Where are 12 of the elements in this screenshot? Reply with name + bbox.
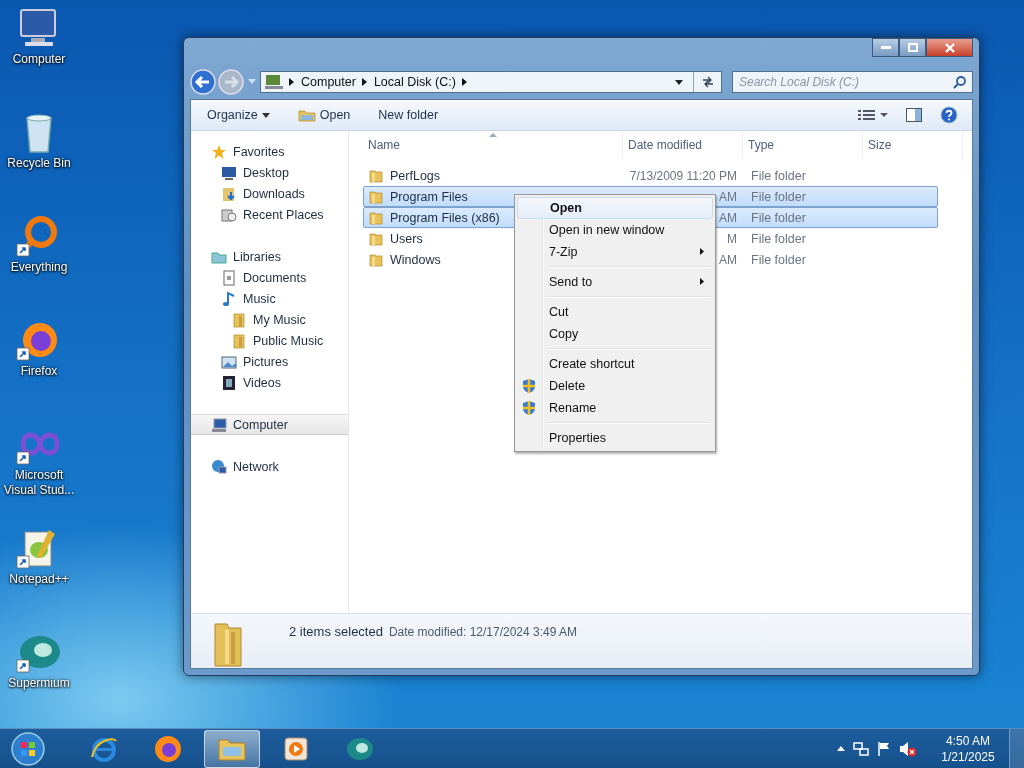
- type-cell: File folder: [751, 252, 806, 267]
- date-cell: AM: [719, 210, 737, 225]
- date-modified-info: Date modified: 12/17/2024 3:49 AM: [388, 625, 578, 639]
- date-cell: 7/13/2009 11:20 PM: [629, 168, 737, 183]
- selection-summary: 2 items selected: [289, 624, 383, 639]
- date-cell: AM: [719, 252, 737, 267]
- date-cell: AM: [719, 189, 737, 204]
- type-cell: File folder: [751, 168, 806, 183]
- type-cell: File folder: [751, 189, 806, 204]
- date-cell: M: [727, 231, 737, 246]
- type-cell: File folder: [751, 210, 806, 225]
- type-cell: File folder: [751, 231, 806, 246]
